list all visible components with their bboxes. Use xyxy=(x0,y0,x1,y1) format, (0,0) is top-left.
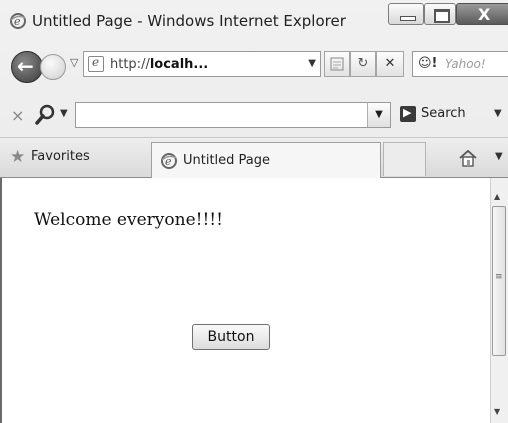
page-icon xyxy=(88,55,104,72)
search-input[interactable]: ▼ xyxy=(75,102,391,128)
new-tab-button[interactable] xyxy=(383,142,426,176)
search-button[interactable]: Search xyxy=(421,106,466,121)
page-content: Welcome everyone!!!! Button xyxy=(0,178,490,423)
navigation-bar: ▽ http://localh... ▼ ↻ ✕ ☺! Yahoo! xyxy=(0,45,508,85)
scroll-up-arrow-icon[interactable]: ▲ xyxy=(494,192,500,201)
maximize-button[interactable] xyxy=(424,3,456,25)
close-glyph: X xyxy=(478,5,491,24)
address-dropdown-icon[interactable]: ▼ xyxy=(308,58,316,69)
scroll-grip-icon: ≡ xyxy=(495,272,503,282)
forward-button[interactable] xyxy=(40,54,66,80)
recent-pages-dropdown-icon[interactable]: ▽ xyxy=(70,56,78,69)
close-button[interactable]: X xyxy=(456,3,508,25)
page-button[interactable]: Button xyxy=(192,324,270,350)
compatibility-icon xyxy=(330,57,344,71)
svg-text:e: e xyxy=(165,155,172,168)
vertical-scrollbar[interactable]: ▲ ≡ ▼ xyxy=(490,178,508,423)
welcome-text: Welcome everyone!!!! xyxy=(34,210,223,230)
address-text: http://localh... xyxy=(110,57,209,72)
ie-logo-icon: e xyxy=(10,13,26,29)
scrollbar-thumb[interactable]: ≡ xyxy=(492,206,506,356)
favorites-button[interactable]: Favorites xyxy=(31,149,90,164)
search-provider-placeholder: Yahoo! xyxy=(445,57,486,71)
magnifier-icon[interactable] xyxy=(34,104,56,126)
search-toolbar: × ▼ ▼ Search ▼ xyxy=(0,96,508,136)
ie-page-icon: e xyxy=(161,153,177,169)
stop-icon: ✕ xyxy=(384,56,396,71)
refresh-button[interactable]: ↻ xyxy=(350,51,376,77)
search-options-dropdown-icon[interactable]: ▼ xyxy=(60,108,68,119)
back-button[interactable] xyxy=(11,51,43,83)
window-title: Untitled Page - Windows Internet Explore… xyxy=(32,12,346,30)
tab-title: Untitled Page xyxy=(183,153,271,168)
favorites-bar: ★ Favorites e Untitled Page ▼ xyxy=(0,137,508,178)
scroll-down-arrow-icon[interactable]: ▼ xyxy=(494,407,500,416)
home-icon[interactable] xyxy=(457,147,479,169)
search-go-icon[interactable] xyxy=(400,106,416,122)
search-history-dropdown-icon[interactable]: ▼ xyxy=(367,103,390,127)
star-icon: ★ xyxy=(10,147,26,167)
search-provider-box[interactable]: ☺! Yahoo! xyxy=(412,51,508,77)
refresh-icon: ↻ xyxy=(357,56,369,71)
address-bar[interactable]: http://localh... ▼ xyxy=(83,51,321,77)
stop-button[interactable]: ✕ xyxy=(376,51,404,77)
yahoo-logo-icon: ☺! xyxy=(418,56,438,71)
compatibility-view-button[interactable] xyxy=(324,51,350,77)
search-label-dropdown-icon[interactable]: ▼ xyxy=(494,108,502,119)
minimize-button[interactable] xyxy=(388,3,424,25)
svg-text:e: e xyxy=(14,15,21,28)
browser-window: e Untitled Page - Windows Internet Explo… xyxy=(0,0,508,423)
tab-untitled-page[interactable]: e Untitled Page xyxy=(151,142,381,178)
close-toolbar-icon[interactable]: × xyxy=(11,106,24,125)
home-dropdown-icon[interactable]: ▼ xyxy=(495,151,503,162)
title-bar: e Untitled Page - Windows Internet Explo… xyxy=(0,0,508,40)
